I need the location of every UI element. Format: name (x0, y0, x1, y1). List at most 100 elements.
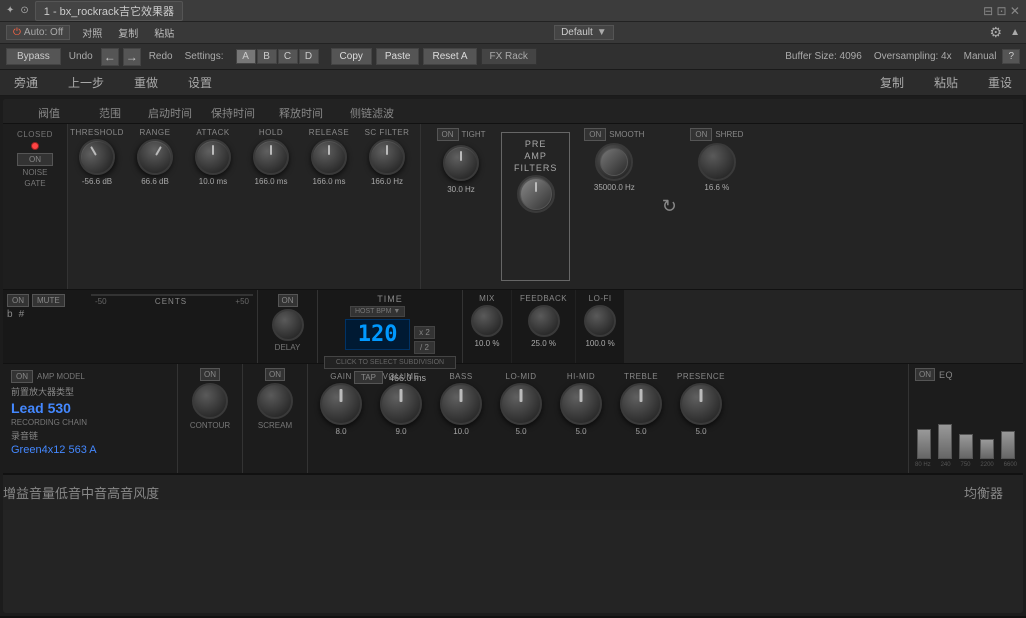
time-bpm-section: TIME HOST BPM ▼ 120 x 2 / 2 CLICK TO SEL… (318, 290, 463, 363)
scream-knob[interactable] (257, 383, 293, 419)
expand-icon[interactable]: ▲ (1010, 27, 1020, 38)
tuner-mute-button[interactable]: MUTE (32, 294, 65, 307)
himid-value: 5.0 (575, 427, 586, 436)
tuner-bh-row: b # (7, 309, 87, 320)
paste-menu[interactable]: 粘贴 (150, 24, 178, 41)
scream-on-button[interactable]: ON (265, 368, 285, 381)
settings-tab-d[interactable]: D (299, 49, 319, 64)
eq-bar-3[interactable] (959, 434, 973, 459)
amp-model-name[interactable]: Lead 530 (11, 400, 169, 416)
contour-on-button[interactable]: ON (200, 368, 220, 381)
release-knob[interactable] (311, 139, 347, 175)
eq-header: ON EQ (915, 368, 1017, 381)
eq-bar-1[interactable] (917, 429, 931, 459)
pre-filters-knob[interactable] (517, 175, 555, 213)
bypass-button[interactable]: Bypass (6, 48, 61, 65)
eq-on-button[interactable]: ON (915, 368, 935, 381)
settings-tab-a[interactable]: A (236, 49, 256, 64)
scfilter-knob[interactable] (369, 139, 405, 175)
hold-value: 166.0 ms (255, 177, 288, 186)
x2-button[interactable]: x 2 (414, 326, 435, 339)
pre-filters-section: PRE AMP FILTERS (501, 132, 570, 281)
bpm-display: 120 (345, 319, 410, 350)
reset-button[interactable]: Reset A (423, 48, 476, 65)
recording-chain-label: RECORDING CHAIN (11, 418, 169, 427)
gain-knob[interactable] (320, 383, 362, 425)
auto-off-btn[interactable]: ⏻ Auto: Off (6, 25, 70, 40)
gear-icon[interactable]: ⚙ (990, 24, 1003, 41)
clock-icon: ⊙ (20, 5, 28, 16)
himid-control: HI-MID 5.0 (552, 368, 610, 436)
tight-on-button[interactable]: ON (437, 128, 459, 141)
section-row-2: ON MUTE b # (3, 289, 1023, 364)
presence-control: PRESENCE 5.0 (672, 368, 730, 436)
smooth-on-button[interactable]: ON (584, 128, 606, 141)
mix-value: 10.0 % (475, 339, 500, 348)
presence-knob[interactable] (680, 383, 722, 425)
plugin-frame: 阀值 范围 启动时间 保持时间 释放时间 侧链滤波 CLOSED ON NOIS… (3, 99, 1023, 613)
himid-knob[interactable] (560, 383, 602, 425)
attack-label: ATTACK (196, 128, 229, 137)
threshold-knob[interactable] (72, 132, 121, 181)
ng-on-button[interactable]: ON (17, 153, 53, 166)
hold-knob[interactable] (253, 139, 289, 175)
host-bpm-button[interactable]: HOST BPM ▼ (350, 306, 405, 317)
oversampling-info: Oversampling: 4x (874, 51, 952, 62)
cents-center-label: CENTS (155, 297, 187, 306)
volume-knob[interactable] (380, 383, 422, 425)
range-knob[interactable] (130, 132, 179, 181)
lofi-knob[interactable] (584, 305, 616, 337)
copy-button[interactable]: Copy (331, 48, 372, 65)
bl-style: 风度 (133, 483, 159, 502)
eq-bar-2[interactable] (938, 424, 952, 459)
eq-freq-3: 750 (960, 462, 970, 468)
chain-name[interactable]: Green4x12 563 A (11, 444, 169, 456)
smooth-knob[interactable] (595, 143, 633, 181)
shred-knob[interactable] (698, 143, 736, 181)
paste-button[interactable]: Paste (376, 48, 420, 65)
cn-bypass: 旁通 (14, 74, 38, 91)
scream-label: SCREAM (258, 421, 292, 430)
bl-mid: 中音 (81, 483, 107, 502)
contour-on-row: ON (200, 368, 220, 381)
undo-button[interactable]: ← (101, 48, 119, 66)
delay-on-button[interactable]: ON (278, 294, 298, 307)
eq-bar-4[interactable] (980, 439, 994, 459)
label-threshold-cn: 阀值 (17, 105, 81, 121)
preset-dropdown[interactable]: Default ▼ (554, 25, 614, 40)
settings-tab-b[interactable]: B (257, 49, 277, 64)
bass-knob[interactable] (440, 383, 482, 425)
shred-section: ON SHRED 16.6 % (684, 124, 749, 289)
settings-tab-c[interactable]: C (278, 49, 298, 64)
tuner-on-button[interactable]: ON (7, 294, 29, 307)
mix-knob[interactable] (471, 305, 503, 337)
delay-label: DELAY (275, 343, 301, 352)
copy-menu[interactable]: 复制 (114, 24, 142, 41)
tight-knob[interactable] (443, 145, 479, 181)
cn-reset: 重设 (988, 74, 1012, 91)
title-bar: ✦ ⊙ 1 - bx_rockrack吉它效果器 ⊟ ⊡ ✕ (0, 0, 1026, 22)
tuner-inner: ON MUTE b # (7, 294, 253, 359)
contour-knob[interactable] (192, 383, 228, 419)
amp-on-button[interactable]: ON (11, 370, 33, 383)
lomid-knob[interactable] (500, 383, 542, 425)
delay-knob[interactable] (272, 309, 304, 341)
fx-rack-button[interactable]: FX Rack (481, 48, 537, 65)
release-label: RELEASE (309, 128, 349, 137)
plugin-body: 阀值 范围 启动时间 保持时间 释放时间 侧链滤波 CLOSED ON NOIS… (0, 96, 1026, 618)
pair-menu[interactable]: 对照 (78, 24, 106, 41)
lofi-section: LO-FI 100.0 % (576, 290, 624, 363)
attack-knob[interactable] (195, 139, 231, 175)
treble-knob[interactable] (620, 383, 662, 425)
half-button[interactable]: / 2 (414, 341, 435, 354)
redo-button[interactable]: → (123, 48, 141, 66)
eq-bar-5[interactable] (1001, 431, 1015, 459)
bpm-display-area: HOST BPM ▼ 120 (345, 306, 410, 350)
bl-gain: 增益 (3, 483, 29, 502)
help-button[interactable]: ? (1002, 49, 1020, 64)
sync-icon-wrapper: ↻ (654, 124, 684, 289)
noise-gate-section: CLOSED ON NOISE GATE (3, 124, 68, 289)
feedback-knob[interactable] (528, 305, 560, 337)
settings-tabs: A B C D (236, 49, 319, 64)
shred-on-button[interactable]: ON (690, 128, 712, 141)
